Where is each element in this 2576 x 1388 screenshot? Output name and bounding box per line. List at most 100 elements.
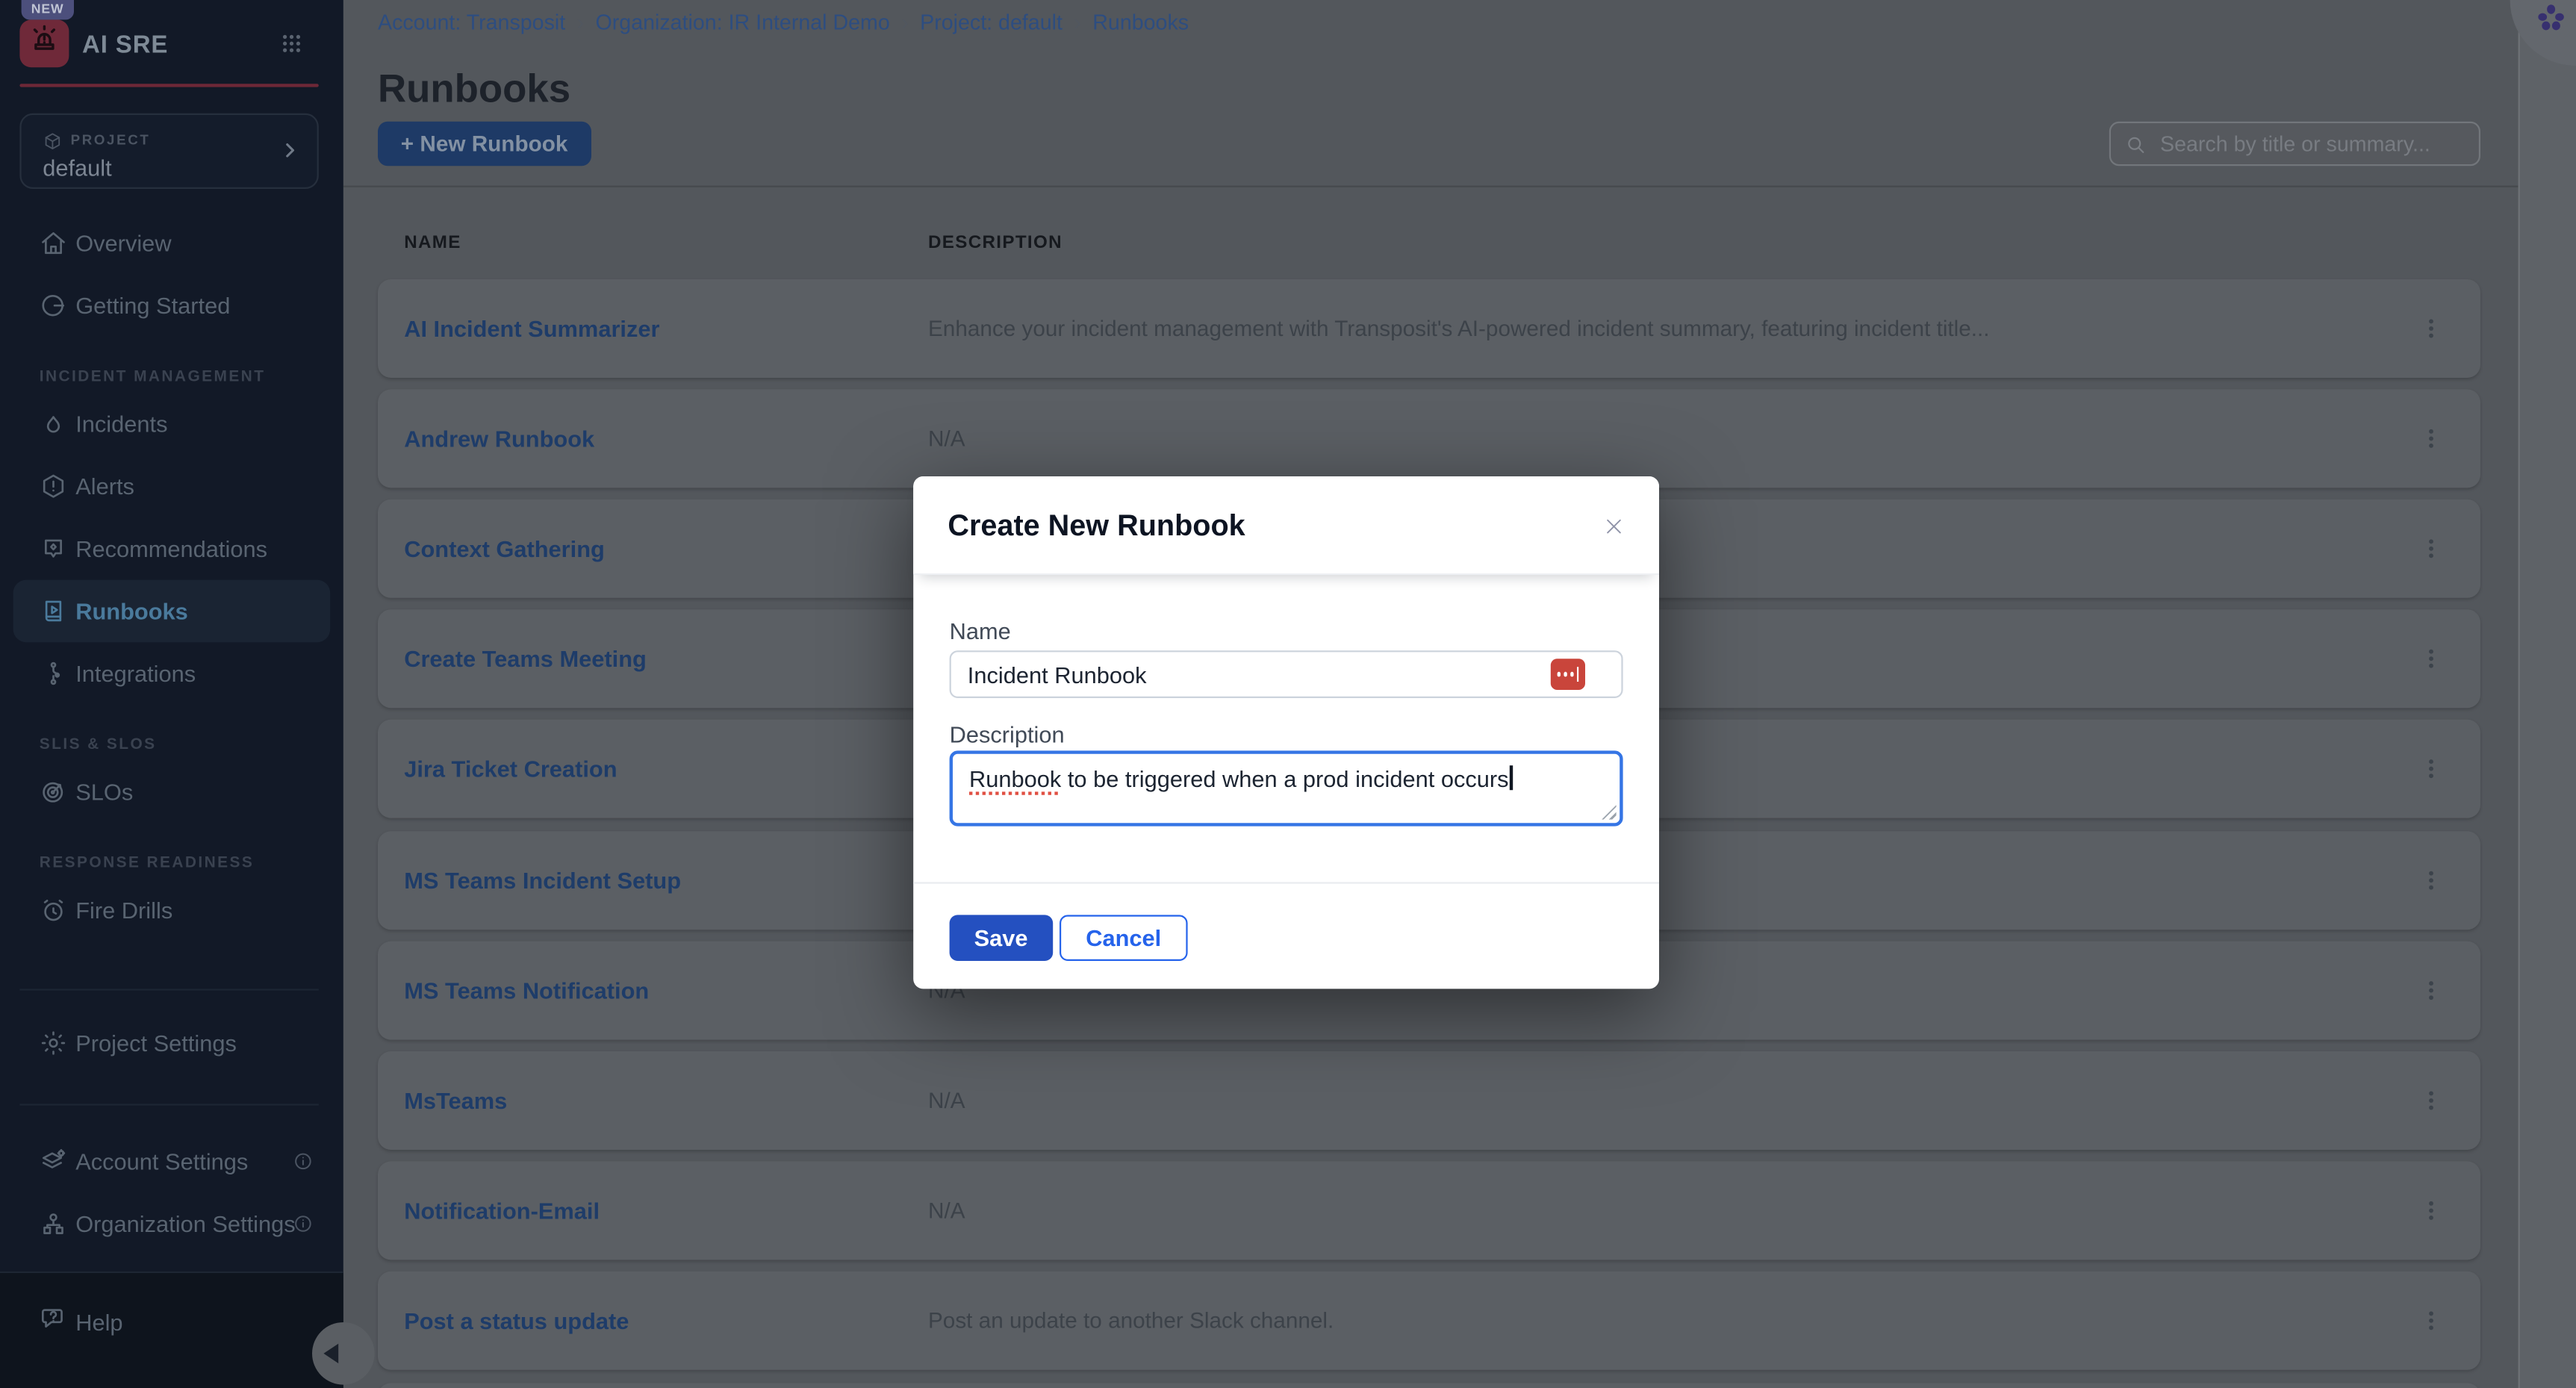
sparkle-tag-icon [40,535,67,562]
runbook-name-link[interactable]: AI Incident Summarizer [404,314,659,340]
kebab-menu-icon[interactable] [2418,314,2444,340]
sidebar-brand: NEW AI SRE [0,0,343,87]
info-icon[interactable] [293,1213,314,1235]
runbook-description: Post an update to another Slack channel. [928,1309,1334,1333]
breadcrumb-link[interactable]: Runbooks [1092,10,1189,34]
modal-header: Create New Runbook [913,476,1659,575]
project-selector[interactable]: PROJECT default [19,113,318,189]
modal-title: Create New Runbook [948,509,1245,544]
column-header-name: NAME [404,233,461,252]
sidebar: NEW AI SRE PROJECT default Overview Getti… [0,0,343,1388]
table-row[interactable]: AI Incident Summarizer Enhance your incid… [378,278,2480,377]
breadcrumb-link[interactable]: Organization: IR Internal Demo [596,10,890,34]
breadcrumb-separator: › [577,10,585,34]
sidebar-item-runbooks[interactable]: Runbooks [13,580,331,643]
sidebar-item-overview[interactable]: Overview [0,212,343,275]
runbook-name-link[interactable]: MS Teams Notification [404,977,649,1003]
runbook-description: Enhance your incident management with Tr… [928,315,1990,340]
breadcrumb: Account: Transposit › Organization: IR Int… [378,10,1189,34]
sidebar-item-label: Project Settings [75,1030,237,1056]
app-launcher-grid-icon[interactable] [279,31,304,64]
kebab-menu-icon[interactable] [2418,1308,2444,1334]
sidebar-footer: Help [0,1272,343,1388]
sidebar-item-organization-settings[interactable]: Organization Settings [0,1192,343,1255]
table-row[interactable]: Andrew Runbook N/A [378,389,2480,488]
runbook-name-link[interactable]: Andrew Runbook [404,425,594,451]
home-icon [40,229,67,257]
sidebar-collapse-handle[interactable] [312,1322,375,1385]
sidebar-settings-group: Project Settings [0,1012,343,1074]
sidebar-item-label: Runbooks [75,598,188,624]
sidebar-item-label: Help [75,1309,122,1335]
sidebar-section-header: SLIS & SLOS [40,734,343,757]
kebab-menu-icon[interactable] [2418,867,2444,893]
sidebar-item-incidents[interactable]: Incidents [0,393,343,455]
page-title: Runbooks [378,67,570,113]
kebab-menu-icon[interactable] [2418,977,2444,1003]
sidebar-item-recommendations[interactable]: Recommendations [0,517,343,580]
search-box [2109,122,2480,166]
sidebar-item-slos[interactable]: SLOs [0,761,343,824]
scrollbar-gutter [2519,0,2576,1388]
kebab-menu-icon[interactable] [2418,1087,2444,1113]
runbook-name-link[interactable]: MsTeams [404,1087,507,1113]
collapse-arrow-icon [323,1344,338,1363]
info-icon[interactable] [293,1151,314,1172]
sidebar-nav: OverviewGetting StartedINCIDENT MANAGEME… [0,212,343,942]
sidebar-item-getting-started[interactable]: Getting Started [0,274,343,337]
cancel-button[interactable]: Cancel [1060,915,1187,961]
name-input[interactable] [950,650,1623,698]
help-bubble-icon [40,1304,67,1340]
breadcrumb-link[interactable]: Account: Transposit [378,10,565,34]
sidebar-item-label: Fire Drills [75,897,172,923]
resize-handle-icon[interactable] [1602,805,1617,820]
password-manager-autofill-icon[interactable] [1551,659,1585,690]
table-row[interactable]: Notification-Email N/A [378,1162,2480,1260]
new-runbook-button[interactable]: + New Runbook [378,122,591,166]
breadcrumb-separator: › [901,10,909,34]
save-button[interactable]: Save [950,915,1053,961]
name-field-label: Name [950,617,1011,644]
app-name: AI SRE [82,31,168,59]
kebab-menu-icon[interactable] [2418,646,2444,672]
close-icon[interactable] [1603,516,1625,546]
sidebar-item-alerts[interactable]: Alerts [0,455,343,517]
runbook-description: N/A [928,426,965,450]
table-row[interactable]: MsTeamsN/A [378,1051,2480,1150]
flame-icon [40,410,67,438]
sidebar-item-account-settings[interactable]: Account Settings [0,1130,343,1193]
sidebar-item-project-settings[interactable]: Project Settings [0,1012,343,1074]
create-runbook-modal: Create New Runbook Name Description Runb… [913,476,1659,989]
runbook-name-link[interactable]: Create Teams Meeting [404,646,647,672]
brand-divider [19,84,318,87]
sidebar-item-help[interactable]: Help [0,1291,343,1354]
table-row[interactable]: Post a status update Post an update to an… [378,1272,2480,1370]
runbook-name-link[interactable]: Post a status update [404,1308,629,1334]
runbook-name-link[interactable]: Jira Ticket Creation [404,756,617,782]
gear-icon [40,1029,67,1056]
search-input[interactable] [2157,125,2469,163]
runbook-description: N/A [928,1198,965,1223]
kebab-menu-icon[interactable] [2418,535,2444,561]
description-field-label: Description [950,721,1065,747]
sidebar-item-label: Overview [75,230,171,256]
search-icon [2124,133,2147,164]
layers-gear-icon [40,1148,67,1175]
sidebar-item-integrations[interactable]: Integrations [0,642,343,705]
runbook-name-link[interactable]: Notification-Email [404,1198,600,1224]
runbook-name-link[interactable]: MS Teams Incident Setup [404,867,681,893]
breadcrumb-separator: › [1074,10,1081,34]
sidebar-item-label: Account Settings [75,1148,248,1174]
runbook-name-link[interactable]: Context Gathering [404,535,605,561]
sidebar-item-fire-drills[interactable]: Fire Drills [0,879,343,942]
kebab-menu-icon[interactable] [2418,425,2444,451]
kebab-menu-icon[interactable] [2418,1198,2444,1224]
sidebar-item-label: Organization Settings [75,1210,295,1236]
compass-icon [40,292,67,320]
flower-extension-icon[interactable] [2535,1,2568,43]
project-selector-label: PROJECT [71,131,151,148]
kebab-menu-icon[interactable] [2418,756,2444,782]
description-textarea[interactable]: Runbook to be triggered when a prod inci… [950,750,1623,826]
breadcrumb-link[interactable]: Project: default [920,10,1063,34]
sidebar-item-label: Alerts [75,473,134,500]
